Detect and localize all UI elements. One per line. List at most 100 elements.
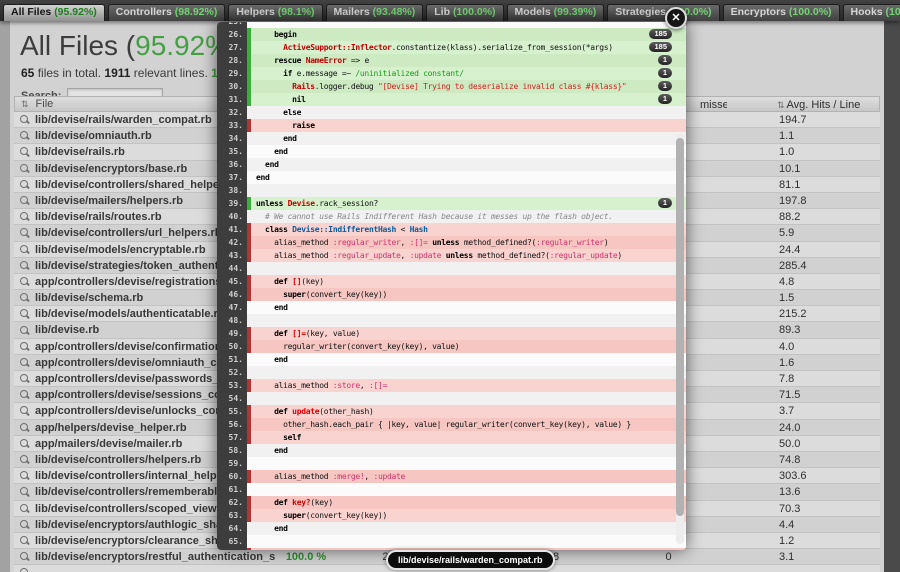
table-cell: 1.6 [726, 355, 880, 371]
line-number: 47. [217, 301, 247, 314]
code-line: 41. class Devise::IndifferentHash < Hash [217, 223, 686, 236]
line-number: 50. [217, 340, 247, 353]
group-tab[interactable]: Mailers (93.48%) [326, 4, 424, 21]
magnifier-icon [20, 212, 30, 222]
sort-icon: ⇅ [777, 100, 785, 110]
magnifier-icon [20, 261, 30, 271]
code-line: 30. Rails.logger.debug "[Devise] Trying … [217, 80, 686, 93]
magnifier-icon [20, 455, 30, 465]
line-number: 51. [217, 353, 247, 366]
code-line: 32. else [217, 106, 686, 119]
code-line: 31. nil1 [217, 93, 686, 106]
table-cell [611, 565, 726, 572]
table-cell: 100.0 % [276, 549, 336, 565]
magnifier-icon [20, 326, 30, 336]
line-number: 44. [217, 262, 247, 275]
hits-badge: 185 [649, 29, 672, 39]
table-cell [726, 565, 880, 572]
magnifier-icon [20, 245, 30, 255]
code-line: 38. [217, 184, 686, 197]
group-tab[interactable]: Lib (100.0%) [426, 4, 503, 21]
source-file-modal: 25.26. begin18527. ActiveSupport::Inflec… [217, 22, 686, 550]
code-line: 40. # We cannot use Rails Indifferent Ha… [217, 210, 686, 223]
table-cell: 197.8 [726, 193, 880, 209]
filename-tooltip: lib/devise/rails/warden_compat.rb [386, 550, 555, 570]
line-number: 46. [217, 288, 247, 301]
code-line: 37.end [217, 171, 686, 184]
line-number: 39. [217, 197, 247, 210]
magnifier-icon [20, 358, 30, 368]
line-number: 26. [217, 28, 247, 41]
magnifier-icon [20, 390, 30, 400]
source-code: 25.26. begin18527. ActiveSupport::Inflec… [217, 22, 686, 550]
code-line: 33. raise [217, 119, 686, 132]
table-cell: 89.3 [726, 322, 880, 338]
magnifier-icon [20, 196, 30, 206]
close-icon[interactable]: ✕ [665, 7, 687, 29]
table-cell: 70.3 [726, 501, 880, 517]
table-cell: 3.7 [726, 403, 880, 419]
magnifier-icon [20, 504, 30, 514]
code-line: 52. [217, 366, 686, 379]
code-line: 51. end [217, 353, 686, 366]
table-cell [276, 565, 336, 572]
group-tab[interactable]: Strategies (100.0%) [607, 4, 719, 21]
group-tab[interactable]: All Files (95.92%) [3, 4, 105, 21]
line-number: 38. [217, 184, 247, 197]
line-number: 64. [217, 522, 247, 535]
table-cell: 81.1 [726, 177, 880, 193]
code-line: 65. [217, 535, 686, 548]
line-number: 41. [217, 223, 247, 236]
code-line: 27. ActiveSupport::Inflector.constantize… [217, 41, 686, 54]
table-cell: 50.0 [726, 436, 880, 452]
magnifier-icon [20, 180, 30, 190]
coverage-percent: 95.92% [135, 31, 230, 61]
table-cell: 3.1 [726, 549, 880, 565]
magnifier-icon [20, 164, 30, 174]
magnifier-icon [20, 277, 30, 287]
line-number: 35. [217, 145, 247, 158]
line-number: 32. [217, 106, 247, 119]
file-link[interactable]: lib/devise/encryptors/restful_authentica… [14, 549, 276, 565]
line-number: 55. [217, 405, 247, 418]
group-tab[interactable]: Hooks (100.0%) [843, 4, 900, 21]
column-header-avg-hits[interactable]: ⇅Avg. Hits / Line [727, 97, 879, 111]
modal-scrollbar-thumb[interactable] [676, 138, 684, 516]
code-line: 29. if e.message =~ /uninitialized const… [217, 67, 686, 80]
table-cell: 88.2 [726, 209, 880, 225]
group-tab[interactable]: Models (99.39%) [507, 4, 605, 21]
magnifier-icon [20, 471, 30, 481]
line-number: 59. [217, 457, 247, 470]
table-cell: 215.2 [726, 306, 880, 322]
line-number: 53. [217, 379, 247, 392]
group-tab[interactable]: Encryptors (100.0%) [723, 4, 840, 21]
table-cell: 194.7 [726, 112, 880, 128]
line-number: 31. [217, 93, 247, 106]
code-line: 34. end [217, 132, 686, 145]
line-number: 61. [217, 483, 247, 496]
line-number: 37. [217, 171, 247, 184]
line-number: 34. [217, 132, 247, 145]
table-cell: 5.9 [726, 225, 880, 241]
file-link[interactable] [14, 565, 276, 572]
line-number: 40. [217, 210, 247, 223]
code-line: 61. [217, 483, 686, 496]
group-tab[interactable]: Helpers (98.1%) [228, 4, 322, 21]
table-cell: 13.6 [726, 484, 880, 500]
group-tab[interactable]: Controllers (98.92%) [108, 4, 226, 21]
magnifier-icon [20, 309, 30, 319]
line-number: 27. [217, 41, 247, 54]
line-number: 45. [217, 275, 247, 288]
line-number: 30. [217, 80, 247, 93]
magnifier-icon [20, 374, 30, 384]
code-line: 46. super(convert_key(key)) [217, 288, 686, 301]
code-line: 47. end [217, 301, 686, 314]
magnifier-icon [20, 536, 30, 546]
table-cell: 0 [611, 549, 726, 565]
code-line: 62. def key?(key) [217, 496, 686, 509]
magnifier-icon [20, 147, 30, 157]
magnifier-icon [20, 423, 30, 433]
hits-badge: 185 [649, 42, 672, 52]
magnifier-icon [20, 568, 30, 572]
code-line: 63. super(convert_key(key)) [217, 509, 686, 522]
